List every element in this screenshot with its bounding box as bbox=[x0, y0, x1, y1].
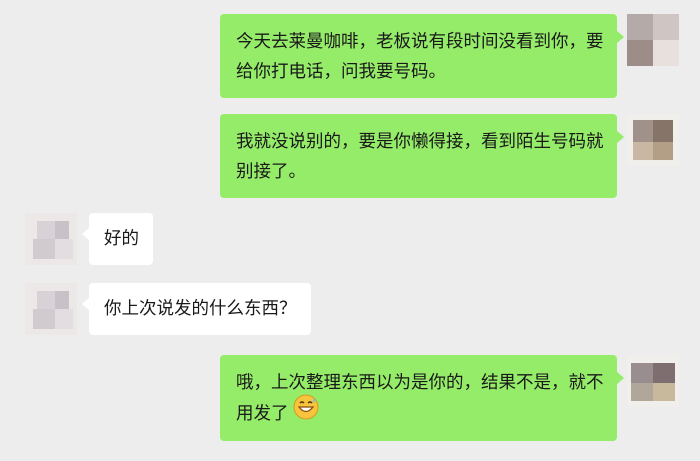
message-text: 哦，上次整理东西以为是你的，结果不是，就不用发了 bbox=[236, 373, 604, 424]
avatar[interactable] bbox=[627, 14, 679, 66]
avatar[interactable] bbox=[25, 213, 77, 265]
message-text: 你上次说发的什么东西？ bbox=[104, 299, 297, 319]
message-text: 今天去莱曼咖啡，老板说有段时间没看到你，要给你打电话，问我要号码。 bbox=[236, 32, 604, 82]
avatar[interactable] bbox=[627, 114, 679, 166]
avatar[interactable] bbox=[25, 283, 77, 335]
chat-area: 今天去莱曼咖啡，老板说有段时间没看到你，要给你打电话，问我要号码。 我就没说别的… bbox=[0, 0, 700, 461]
message-text: 好的 bbox=[104, 229, 139, 249]
message-bubble-outgoing[interactable]: 我就没说别的，要是你懒得接，看到陌生号码就别接了。 bbox=[220, 114, 624, 198]
avatar[interactable] bbox=[627, 355, 679, 407]
message-bubble-incoming[interactable]: 你上次说发的什么东西？ bbox=[82, 283, 311, 335]
grinning-sweat-emoji-icon bbox=[293, 394, 319, 430]
message-bubble-outgoing[interactable]: 今天去莱曼咖啡，老板说有段时间没看到你，要给你打电话，问我要号码。 bbox=[220, 14, 624, 98]
message-bubble-incoming[interactable]: 好的 bbox=[82, 213, 153, 265]
message-text: 我就没说别的，要是你懒得接，看到陌生号码就别接了。 bbox=[236, 132, 604, 182]
message-bubble-outgoing[interactable]: 哦，上次整理东西以为是你的，结果不是，就不用发了 bbox=[220, 355, 624, 441]
